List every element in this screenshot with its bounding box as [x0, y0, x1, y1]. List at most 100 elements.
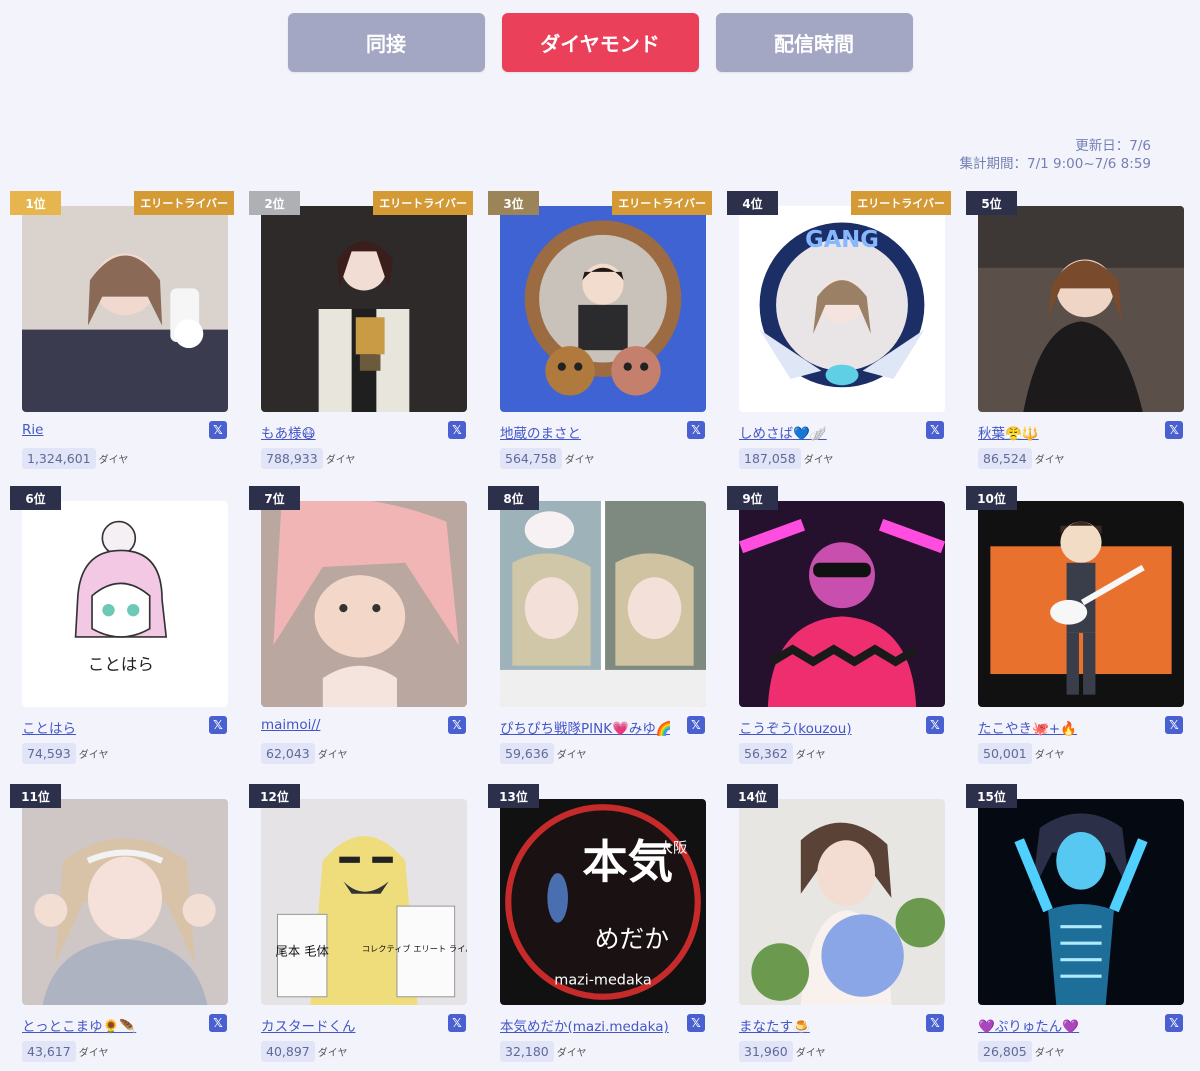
liver-name-link[interactable]: たこやき🐙+🔥	[978, 717, 1148, 737]
aggregation-period: 集計期間：7/1 9:00~7/6 8:59	[959, 156, 1151, 172]
diamond-unit: ダイヤ	[78, 749, 109, 761]
diamond-unit: ダイヤ	[317, 1047, 348, 1059]
diamond-count: 86,524	[978, 447, 1032, 469]
x-logo-icon[interactable]: 𝕏	[926, 716, 944, 734]
profile-photo[interactable]	[739, 501, 945, 707]
profile-photo[interactable]	[261, 501, 467, 707]
svg-text:GANG: GANG	[805, 227, 879, 253]
x-logo-icon[interactable]: 𝕏	[448, 716, 466, 734]
diamond-total: 26,805 ダイヤ	[978, 1040, 1064, 1062]
tab-stream-time[interactable]: 配信時間	[715, 13, 913, 72]
diamond-total: 74,593 ダイヤ	[22, 742, 108, 764]
profile-photo[interactable]	[500, 206, 706, 412]
x-logo-icon[interactable]: 𝕏	[926, 1014, 944, 1032]
elite-liver-badge: エリートライバー	[134, 191, 234, 215]
diamond-count: 59,636	[500, 742, 554, 764]
rank-badge: 12位	[249, 784, 300, 808]
x-logo-icon[interactable]: 𝕏	[926, 421, 944, 439]
x-logo-icon[interactable]: 𝕏	[448, 421, 466, 439]
rank-badge: 11位	[10, 784, 61, 808]
diamond-count: 788,933	[261, 447, 323, 469]
x-logo-icon[interactable]: 𝕏	[448, 1014, 466, 1032]
rank-badge: 1位	[10, 191, 61, 215]
ranking-card: 14位 まなたす🍮 𝕏 31,960 ダイヤ	[727, 784, 951, 1069]
liver-name-link[interactable]: ぴちぴち戦隊PINK💗みゆ🌈	[500, 717, 670, 737]
x-logo-icon[interactable]: 𝕏	[687, 1014, 705, 1032]
x-logo-icon[interactable]: 𝕏	[687, 716, 705, 734]
diamond-total: 32,180 ダイヤ	[500, 1040, 586, 1062]
liver-name-link[interactable]: 秋葉😤🔱	[978, 422, 1148, 442]
diamond-count: 40,897	[261, 1040, 315, 1062]
ranking-card: 4位 エリートライバー GANG しめさば💙🪽 𝕏 187,058 ダイヤ	[727, 191, 951, 476]
rank-badge: 14位	[727, 784, 778, 808]
liver-name-link[interactable]: もあ様😷	[261, 422, 431, 442]
liver-name-link[interactable]: しめさば💙🪽	[739, 422, 909, 442]
svg-text:大阪: 大阪	[659, 840, 688, 857]
rank-badge: 7位	[249, 486, 300, 510]
svg-text:mazi-medaka: mazi-medaka	[554, 972, 651, 988]
liver-name-link[interactable]: maimoi//	[261, 717, 431, 733]
profile-photo[interactable]: ことはら	[22, 501, 228, 707]
diamond-unit: ダイヤ	[325, 454, 356, 466]
rank-badge: 8位	[488, 486, 539, 510]
x-logo-icon[interactable]: 𝕏	[209, 421, 227, 439]
liver-name-link[interactable]: 💜ぷりゅたん💜	[978, 1015, 1148, 1035]
tab-diamond[interactable]: ダイヤモンド	[501, 13, 699, 72]
tab-concurrent[interactable]: 同接	[287, 13, 485, 72]
diamond-count: 26,805	[978, 1040, 1032, 1062]
liver-name-link[interactable]: 地蔵のまさと	[500, 422, 670, 442]
diamond-unit: ダイヤ	[1034, 749, 1065, 761]
liver-name-link[interactable]: 本気めだか(mazi.medaka)	[500, 1015, 670, 1035]
liver-name-link[interactable]: まなたす🍮	[739, 1015, 909, 1035]
profile-photo[interactable]: 本気 めだか 大阪 mazi-medaka	[500, 799, 706, 1005]
x-logo-icon[interactable]: 𝕏	[1165, 716, 1183, 734]
diamond-unit: ダイヤ	[1034, 454, 1065, 466]
profile-photo[interactable]	[978, 206, 1184, 412]
ranking-card: 3位 エリートライバー 地蔵のまさと 𝕏 564,758 ダイヤ	[488, 191, 712, 476]
ranking-card: 12位 尾本 毛体 コレクティブ エリート ライバーだ カスタードくん 𝕏 40,…	[249, 784, 473, 1069]
profile-photo[interactable]: GANG	[739, 206, 945, 412]
rank-badge: 2位	[249, 191, 300, 215]
liver-name-link[interactable]: とっとこまゆ🌻🪶	[22, 1015, 192, 1035]
diamond-total: 788,933 ダイヤ	[261, 447, 355, 469]
diamond-count: 50,001	[978, 742, 1032, 764]
liver-name-link[interactable]: こうぞう(kouzou)	[739, 717, 909, 737]
ranking-card: 13位 本気 めだか 大阪 mazi-medaka 本気めだか(mazi.medaka…	[488, 784, 712, 1069]
rank-badge: 13位	[488, 784, 539, 808]
diamond-total: 56,362 ダイヤ	[739, 742, 825, 764]
diamond-total: 59,636 ダイヤ	[500, 742, 586, 764]
diamond-unit: ダイヤ	[1034, 1047, 1065, 1059]
x-logo-icon[interactable]: 𝕏	[209, 716, 227, 734]
ranking-card: 15位 💜ぷりゅたん💜 𝕏 26,805 ダイヤ	[966, 784, 1190, 1069]
profile-photo[interactable]: 尾本 毛体 コレクティブ エリート ライバーだ	[261, 799, 467, 1005]
diamond-total: 1,324,601 ダイヤ	[22, 447, 128, 469]
rank-badge: 3位	[488, 191, 539, 215]
x-logo-icon[interactable]: 𝕏	[1165, 1014, 1183, 1032]
profile-photo[interactable]	[978, 799, 1184, 1005]
updated-date: 更新日：7/6	[1075, 138, 1151, 154]
x-logo-icon[interactable]: 𝕏	[209, 1014, 227, 1032]
profile-photo[interactable]	[22, 799, 228, 1005]
profile-photo[interactable]	[739, 799, 945, 1005]
x-logo-icon[interactable]: 𝕏	[687, 421, 705, 439]
liver-name-link[interactable]: カスタードくん	[261, 1015, 431, 1035]
liver-name-link[interactable]: ことはら	[22, 717, 192, 737]
elite-liver-badge: エリートライバー	[612, 191, 712, 215]
diamond-count: 62,043	[261, 742, 315, 764]
ranking-card: 2位 エリートライバー もあ様😷 𝕏 788,933 ダイヤ	[249, 191, 473, 476]
rank-badge: 4位	[727, 191, 778, 215]
diamond-count: 74,593	[22, 742, 76, 764]
x-logo-icon[interactable]: 𝕏	[1165, 421, 1183, 439]
ranking-card: 7位 maimoi// 𝕏 62,043 ダイヤ	[249, 486, 473, 771]
rank-badge: 9位	[727, 486, 778, 510]
profile-photo[interactable]	[500, 501, 706, 707]
profile-photo[interactable]	[261, 206, 467, 412]
ranking-card: 9位 こうぞう(kouzou) 𝕏 56,362 ダイヤ	[727, 486, 951, 771]
liver-name-link[interactable]: Rie	[22, 422, 192, 438]
diamond-count: 32,180	[500, 1040, 554, 1062]
profile-photo[interactable]	[978, 501, 1184, 707]
diamond-unit: ダイヤ	[98, 454, 129, 466]
diamond-total: 40,897 ダイヤ	[261, 1040, 347, 1062]
profile-photo[interactable]	[22, 206, 228, 412]
diamond-total: 31,960 ダイヤ	[739, 1040, 825, 1062]
